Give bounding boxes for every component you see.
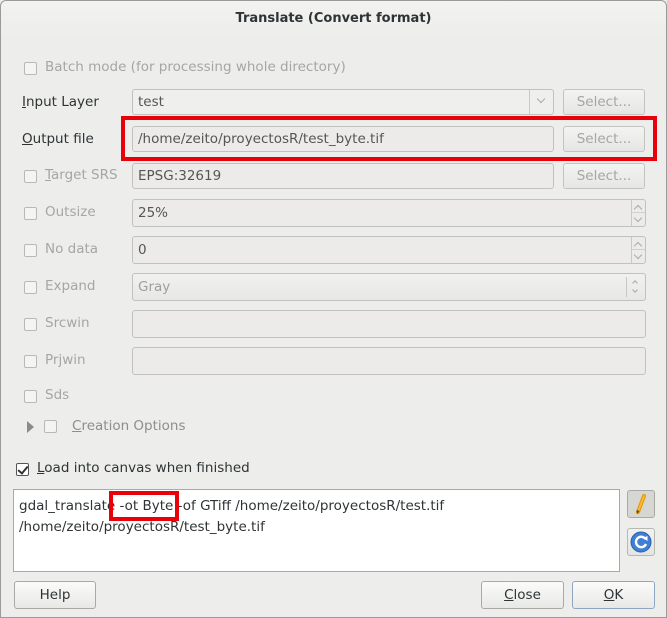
chevron-down-icon [632,287,638,293]
pencil-icon [636,494,646,514]
load-into-canvas-checkbox[interactable] [16,463,29,476]
expand-combobox[interactable]: Gray [132,273,646,301]
input-layer-dropdown-button[interactable] [529,90,553,114]
target-srs-checkbox[interactable] [24,170,37,183]
ok-mnemonic: O [603,587,615,603]
target-srs-label-text: arget SRS [51,167,118,183]
annotation-highlight-output [121,116,657,161]
outsize-label: Outsize [45,204,96,220]
output-file-label-text: utput file [32,131,94,147]
help-button[interactable]: Help [14,581,96,609]
load-into-canvas-label[interactable]: Load into canvas when finished [37,460,250,476]
chevron-down-icon[interactable] [633,213,643,223]
refresh-icon [630,531,652,553]
no-data-spinbox[interactable]: 0 [132,236,646,264]
target-srs-input[interactable]: EPSG:32619 [132,163,554,189]
input-layer-value: test [138,94,164,110]
prjwin-input[interactable] [132,347,646,375]
srcwin-checkbox[interactable] [24,318,37,331]
target-srs-label: Target SRS [45,167,118,183]
expander-triangle-icon[interactable] [27,421,34,433]
dialog-title: Translate (Convert format) [1,1,666,37]
edit-command-button[interactable] [627,490,655,518]
no-data-stepper[interactable] [631,237,645,263]
input-layer-label: Input Layer [22,94,99,110]
load-into-canvas-label-text: oad into canvas when finished [44,460,250,476]
prjwin-label: Prjwin [45,352,86,368]
input-layer-label-text: nput Layer [25,94,99,110]
expand-checkbox[interactable] [24,281,37,294]
expand-value: Gray [138,279,171,295]
output-file-mnemonic: O [22,131,33,147]
close-label: lose [513,587,541,603]
input-layer-select-button[interactable]: Select... [563,89,645,115]
no-data-label: No data [45,241,99,257]
chevron-up-icon [632,280,638,286]
annotation-highlight-ot-byte [109,491,179,521]
srcwin-input[interactable] [132,310,646,338]
no-data-checkbox[interactable] [24,244,37,257]
close-mnemonic: C [504,587,514,603]
reset-command-button[interactable] [627,528,655,556]
input-layer-combobox[interactable]: test [132,89,554,115]
expand-label: Expand [45,278,96,294]
outsize-value: 25% [138,205,169,221]
output-file-label: Output file [22,131,94,147]
chevron-down-icon[interactable] [633,250,643,260]
creation-options-checkbox[interactable] [44,420,57,433]
sds-label: Sds [45,387,70,403]
close-button[interactable]: Close [481,581,564,609]
expand-dropdown-button[interactable] [626,277,645,297]
creation-options-label-text: reation Options [81,418,186,434]
translate-dialog: Translate (Convert format) Batch mode (f… [0,0,667,618]
chevron-down-icon [536,94,546,104]
outsize-checkbox[interactable] [24,207,37,220]
ok-label: K [614,587,624,603]
command-textarea[interactable]: gdal_translate -ot Byte -of GTiff /home/… [13,489,620,572]
no-data-value: 0 [138,242,147,258]
target-srs-select-button[interactable]: Select... [563,163,645,189]
command-program: gdal_translate [19,498,116,514]
outsize-spinbox[interactable]: 25% [132,199,646,227]
creation-options-label[interactable]: Creation Options [72,418,186,434]
srcwin-label: Srcwin [45,315,90,331]
prjwin-checkbox[interactable] [24,355,37,368]
outsize-stepper[interactable] [631,200,645,226]
ok-button[interactable]: OK [572,581,655,609]
batch-mode-checkbox[interactable] [24,62,37,75]
batch-mode-label: Batch mode (for processing whole directo… [45,59,346,75]
command-args: -of GTiff /home/zeito/proyectosR/test.ti… [177,498,445,514]
sds-checkbox[interactable] [24,390,37,403]
